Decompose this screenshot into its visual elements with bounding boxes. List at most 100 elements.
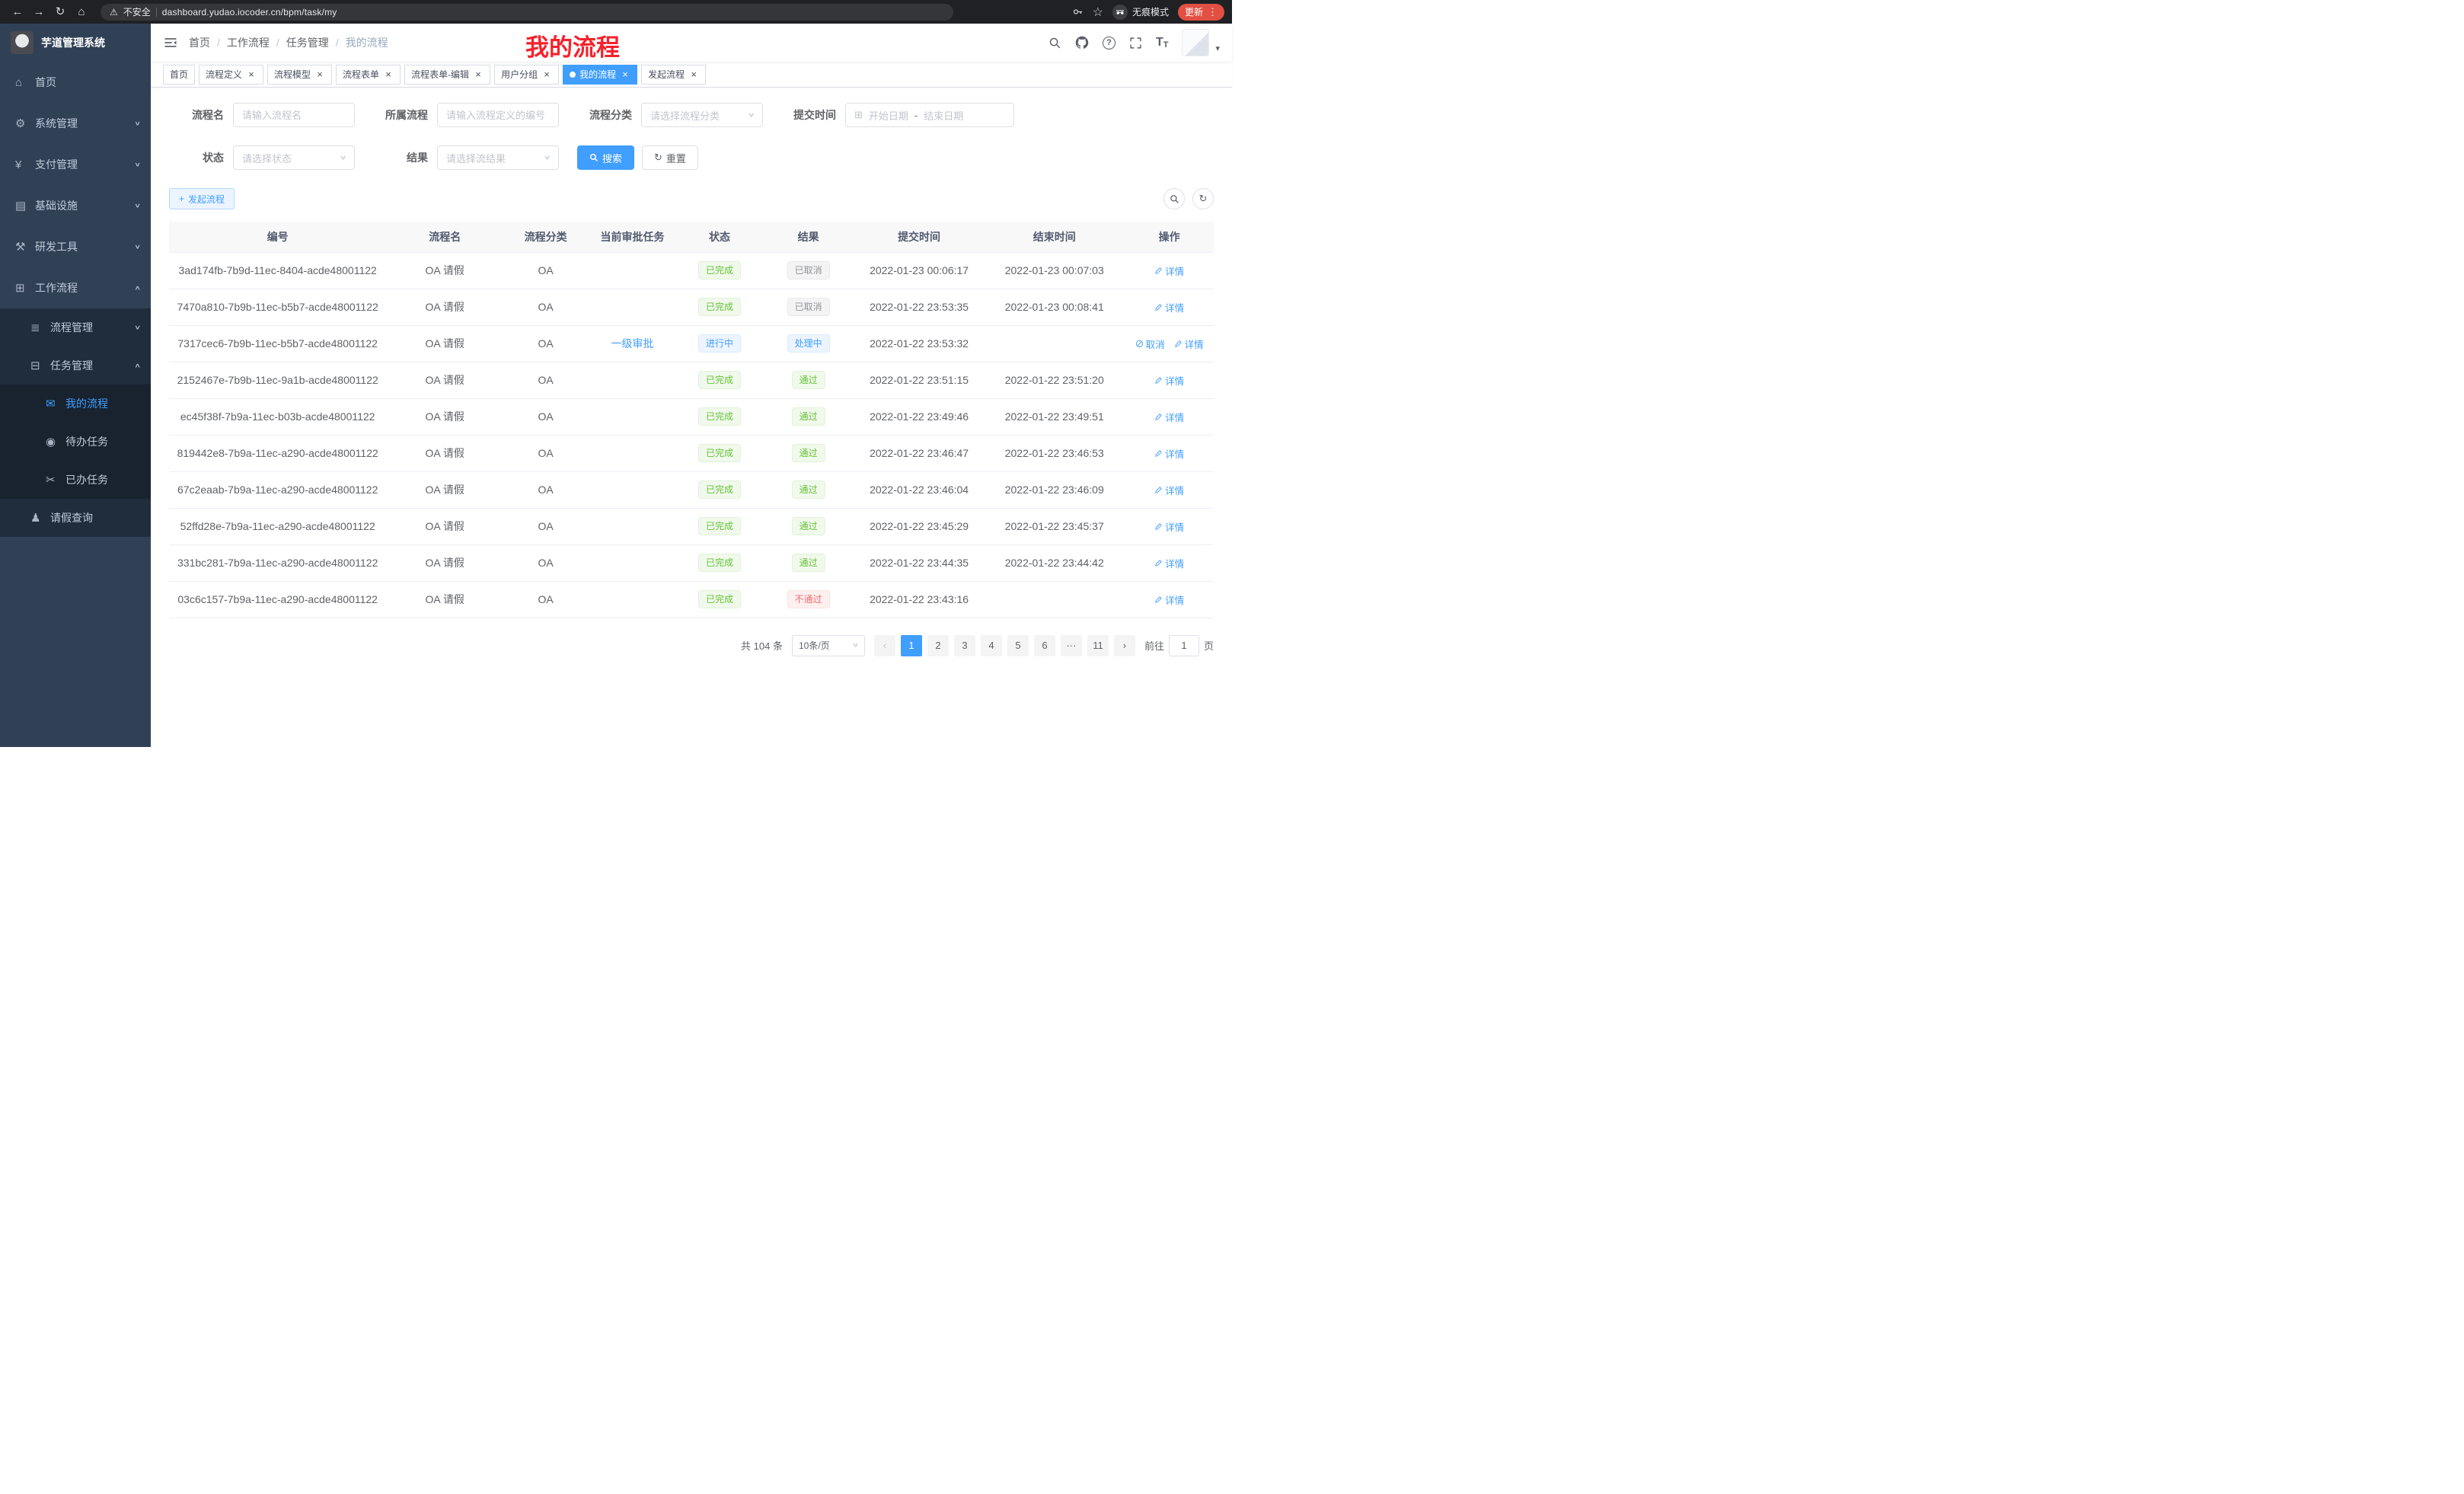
bookmark-star-icon[interactable]: ☆ [1093, 5, 1103, 20]
process-name-input[interactable] [242, 110, 346, 121]
tab-2[interactable]: 流程模型× [267, 65, 332, 85]
browser-home-icon[interactable]: ⌂ [72, 0, 91, 24]
browser-back-icon[interactable]: ← [8, 0, 27, 24]
close-icon[interactable]: × [541, 69, 552, 80]
detail-link[interactable]: 详情 [1154, 410, 1184, 424]
sidebar-item-leave-query[interactable]: ♟ 请假查询 [0, 499, 151, 537]
page-button-4[interactable]: 4 [981, 635, 1002, 656]
sidebar-item-devtools[interactable]: ⚒ 研发工具 ∨ [0, 226, 151, 267]
not-secure-label[interactable]: 不安全 [123, 5, 151, 18]
tab-3[interactable]: 流程表单× [336, 65, 401, 85]
page-button-1[interactable]: 1 [901, 635, 922, 656]
close-icon[interactable]: × [246, 69, 257, 80]
sidebar-item-infrastructure[interactable]: ▤ 基础设施 ∨ [0, 185, 151, 226]
cell-end-time: 2022-01-22 23:44:42 [984, 544, 1125, 581]
tab-label: 用户分组 [501, 68, 538, 81]
toggle-search-button[interactable] [1163, 188, 1185, 209]
browser-reload-icon[interactable]: ↻ [50, 0, 70, 24]
close-icon[interactable]: × [620, 69, 630, 80]
close-icon[interactable]: × [473, 69, 484, 80]
close-icon[interactable]: × [383, 69, 394, 80]
status-select[interactable]: 请选择状态 ∨ [233, 145, 355, 170]
user-avatar[interactable] [1182, 29, 1209, 56]
next-page-button[interactable]: › [1114, 635, 1135, 656]
sidebar-toggle[interactable] [163, 35, 178, 50]
detail-link[interactable]: 详情 [1174, 337, 1204, 351]
search-icon[interactable] [1048, 37, 1061, 49]
app-logo[interactable]: 芋道管理系统 [0, 24, 151, 62]
category-select[interactable]: 请选择流程分类 ∨ [641, 103, 763, 127]
goto-page-input[interactable] [1169, 635, 1199, 656]
eye-icon: ◉ [46, 435, 65, 449]
breadcrumb-item[interactable]: 任务管理 [286, 35, 329, 50]
detail-link[interactable]: 详情 [1154, 300, 1184, 314]
detail-link[interactable]: 详情 [1154, 483, 1184, 497]
filter-category: 流程分类 请选择流程分类 ∨ [577, 103, 763, 127]
detail-link[interactable]: 详情 [1154, 519, 1184, 534]
detail-link[interactable]: 详情 [1154, 556, 1184, 570]
tab-6[interactable]: 我的流程× [563, 65, 637, 85]
current-task-link[interactable]: 一级审批 [611, 337, 653, 350]
sidebar-item-label: 流程管理 [50, 320, 135, 335]
page-button-2[interactable]: 2 [927, 635, 949, 656]
page-button-3[interactable]: 3 [954, 635, 975, 656]
sidebar-item-workflow[interactable]: ⊞ 工作流程 ∧ [0, 267, 151, 308]
reset-button[interactable]: ↻ 重置 [642, 145, 698, 170]
url-text[interactable]: dashboard.yudao.iocoder.cn/bpm/task/my [162, 7, 337, 18]
column-header: 状态 [677, 222, 763, 252]
tab-0[interactable]: 首页 [163, 65, 195, 85]
person-icon: ♟ [30, 511, 50, 525]
incognito-indicator[interactable]: 无痕模式 [1112, 5, 1169, 20]
sidebar-item-label: 系统管理 [35, 116, 135, 131]
tab-4[interactable]: 流程表单-编辑× [404, 65, 490, 85]
page-button-6[interactable]: 6 [1034, 635, 1055, 656]
help-icon[interactable]: ? [1103, 37, 1116, 49]
tab-1[interactable]: 流程定义× [199, 65, 263, 85]
sidebar-item-home[interactable]: ⌂ 首页 [0, 62, 151, 103]
refresh-table-button[interactable]: ↻ [1192, 188, 1214, 209]
cell-process-name: OA 请假 [386, 471, 503, 508]
detail-link[interactable]: 详情 [1154, 373, 1184, 388]
cancel-link[interactable]: 取消 [1135, 337, 1165, 351]
result-select[interactable]: 请选择流结果 ∨ [437, 145, 559, 170]
sidebar-item-my-process[interactable]: ✉ 我的流程 [0, 385, 151, 423]
github-icon[interactable] [1075, 36, 1089, 49]
create-process-button[interactable]: + 发起流程 [169, 188, 235, 209]
close-icon[interactable]: × [314, 69, 325, 80]
close-icon[interactable]: × [688, 69, 699, 80]
detail-link[interactable]: 详情 [1154, 263, 1184, 278]
update-button[interactable]: 更新 ⋮ [1178, 4, 1224, 21]
breadcrumb-item[interactable]: 工作流程 [227, 35, 270, 50]
sidebar-item-todo-tasks[interactable]: ◉ 待办任务 [0, 423, 151, 461]
sidebar-item-payment[interactable]: ¥ 支付管理 ∨ [0, 144, 151, 185]
address-bar[interactable]: ⚠ 不安全 dashboard.yudao.iocoder.cn/bpm/tas… [101, 4, 953, 21]
owner-process-input[interactable] [446, 110, 550, 121]
search-button[interactable]: 搜索 [577, 145, 634, 170]
browser-forward-icon[interactable]: → [29, 0, 49, 24]
prev-page-button[interactable]: ‹ [874, 635, 895, 656]
chevron-up-icon: ∧ [134, 362, 141, 369]
tab-7[interactable]: 发起流程× [641, 65, 706, 85]
sidebar-item-process-management[interactable]: ≣ 流程管理 ∨ [0, 308, 151, 346]
page-ellipsis[interactable]: ··· [1061, 635, 1082, 656]
font-size-icon[interactable]: TT [1156, 36, 1169, 49]
column-header: 提交时间 [854, 222, 984, 252]
password-key-icon[interactable] [1072, 6, 1084, 18]
detail-link[interactable]: 详情 [1154, 592, 1184, 607]
breadcrumb-item[interactable]: 首页 [189, 35, 210, 50]
sidebar-item-task-management[interactable]: ⊟ 任务管理 ∧ [0, 346, 151, 385]
browser-menu-dots-icon[interactable]: ⋮ [1208, 4, 1218, 21]
detail-link[interactable]: 详情 [1154, 446, 1184, 461]
page-button-5[interactable]: 5 [1007, 635, 1029, 656]
sidebar-item-system[interactable]: ⚙ 系统管理 ∨ [0, 103, 151, 144]
fullscreen-icon[interactable] [1129, 37, 1142, 49]
date-range-picker[interactable]: ⊞ 开始日期 - 结束日期 [845, 103, 1014, 127]
page-size-select[interactable]: 10条/页 ∨ [792, 635, 865, 656]
tab-5[interactable]: 用户分组× [494, 65, 559, 85]
sidebar-item-done-tasks[interactable]: ✂ 已办任务 [0, 461, 151, 499]
user-menu-caret-icon[interactable]: ▾ [1215, 43, 1220, 53]
total-count: 共 104 条 [741, 638, 783, 653]
chevron-down-icon: ∨ [544, 155, 551, 161]
edit-icon [1154, 559, 1163, 567]
page-button-11[interactable]: 11 [1087, 635, 1109, 656]
